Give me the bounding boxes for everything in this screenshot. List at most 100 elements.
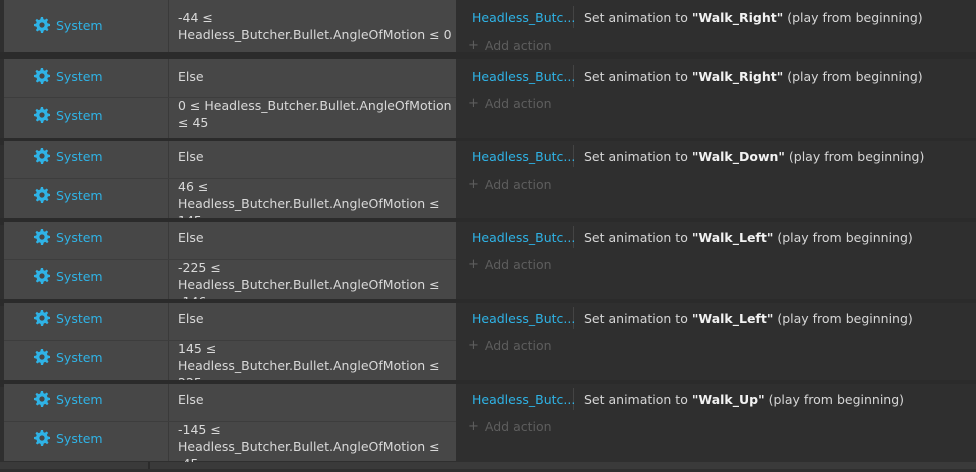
action-row[interactable]: Headless_Butc... Set animation to "Walk_… — [456, 145, 976, 167]
condition-row[interactable]: System Else — [4, 303, 456, 340]
system-label: System — [56, 107, 103, 123]
action-object: Headless_Butc... — [456, 6, 576, 28]
condition-text: Else — [178, 392, 204, 407]
actions-panel: Headless_Butc... Set animation to "Walk_… — [456, 59, 976, 138]
system-object: System — [34, 16, 103, 34]
event-block[interactable]: System -44 ≤ Headless_Butcher.Bullet.Ang… — [4, 0, 976, 53]
action-object-label: Headless_Butc... — [472, 391, 576, 407]
gear-icon — [34, 107, 50, 123]
plus-icon: + — [468, 337, 479, 353]
gear-icon — [34, 391, 50, 407]
action-object-label: Headless_Butc... — [472, 68, 576, 84]
condition-text: Else — [178, 311, 204, 326]
event-block[interactable]: System Else System 0 ≤ Headless_Butcher.… — [4, 59, 976, 138]
system-label: System — [56, 349, 103, 365]
add-action-button[interactable]: + Add action — [468, 417, 552, 435]
system-label: System — [56, 68, 103, 84]
conditions-panel: System Else System -225 ≤ Headless_Butch… — [4, 222, 456, 309]
condition-row[interactable]: System 0 ≤ Headless_Butcher.Bullet.Angle… — [4, 98, 456, 138]
action-object: Headless_Butc... — [456, 388, 576, 410]
condition-text: 0 ≤ Headless_Butcher.Bullet.AngleOfMotio… — [178, 98, 452, 130]
add-action-label: Add action — [484, 256, 552, 272]
plus-icon: + — [468, 176, 479, 192]
system-label: System — [56, 229, 103, 245]
system-object: System — [34, 267, 103, 285]
action-suffix: (play from beginning) — [783, 9, 923, 25]
condition-row[interactable]: System -145 ≤ Headless_Butcher.Bullet.An… — [4, 422, 456, 471]
add-action-button[interactable]: + Add action — [468, 255, 552, 273]
plus-icon: + — [468, 37, 479, 53]
system-label: System — [56, 148, 103, 164]
action-object-label: Headless_Butc... — [472, 229, 576, 245]
system-object: System — [34, 309, 103, 327]
system-object: System — [34, 228, 103, 246]
actions-panel: Headless_Butc... Set animation to "Walk_… — [456, 303, 976, 380]
action-row[interactable]: Headless_Butc... Set animation to "Walk_… — [456, 388, 976, 410]
system-object: System — [34, 106, 103, 124]
action-suffix: (play from beginning) — [783, 68, 923, 84]
action-suffix: (play from beginning) — [773, 229, 913, 245]
gear-icon — [34, 187, 50, 203]
gear-icon — [34, 229, 50, 245]
conditions-panel: System -44 ≤ Headless_Butcher.Bullet.Ang… — [4, 0, 456, 52]
event-block[interactable]: System Else System 145 ≤ Headless_Butche… — [4, 303, 976, 390]
animation-name: "Walk_Right" — [691, 68, 784, 84]
condition-text: Else — [178, 69, 204, 84]
system-object: System — [34, 348, 103, 366]
conditions-panel: System Else System 0 ≤ Headless_Butcher.… — [4, 59, 456, 138]
animation-name: "Walk_Up" — [691, 391, 765, 407]
system-object: System — [34, 390, 103, 408]
action-row[interactable]: Headless_Butc... Set animation to "Walk_… — [456, 6, 976, 28]
system-object: System — [34, 67, 103, 85]
plus-icon: + — [468, 256, 479, 272]
action-object: Headless_Butc... — [456, 145, 575, 167]
condition-row[interactable]: System Else — [4, 384, 456, 421]
event-block[interactable]: System Else System -225 ≤ Headless_Butch… — [4, 222, 976, 309]
action-text: Set animation to "Walk_Down" (play from … — [574, 149, 924, 164]
action-row[interactable]: Headless_Butc... Set animation to "Walk_… — [456, 307, 976, 329]
condition-text: Else — [178, 149, 204, 164]
condition-row[interactable]: System -225 ≤ Headless_Butcher.Bullet.An… — [4, 260, 456, 309]
event-sheet: System -44 ≤ Headless_Butcher.Bullet.Ang… — [0, 0, 976, 471]
condition-row[interactable]: System Else — [4, 222, 456, 259]
gear-icon — [34, 17, 50, 33]
action-prefix: Set animation to — [584, 9, 692, 25]
action-object-label: Headless_Butc... — [472, 310, 576, 326]
gear-icon — [34, 349, 50, 365]
actions-panel: Headless_Butc... Set animation to "Walk_… — [456, 141, 976, 218]
condition-row[interactable]: System Else — [4, 59, 456, 98]
condition-row[interactable]: System 46 ≤ Headless_Butcher.Bullet.Angl… — [4, 179, 456, 228]
animation-name: "Walk_Left" — [691, 310, 774, 326]
add-action-label: Add action — [484, 95, 552, 111]
plus-icon: + — [468, 418, 479, 434]
action-text: Set animation to "Walk_Left" (play from … — [574, 311, 913, 326]
add-action-label: Add action — [484, 418, 552, 434]
add-action-label: Add action — [484, 176, 552, 192]
event-block[interactable]: System Else System -145 ≤ Headless_Butch… — [4, 384, 976, 471]
system-object: System — [34, 429, 103, 447]
add-action-button[interactable]: + Add action — [468, 94, 552, 112]
system-object: System — [34, 147, 103, 165]
add-action-button[interactable]: + Add action — [468, 336, 552, 354]
animation-name: "Walk_Right" — [691, 9, 784, 25]
condition-row[interactable]: System -44 ≤ Headless_Butcher.Bullet.Ang… — [4, 0, 456, 52]
animation-name: "Walk_Down" — [691, 148, 785, 164]
condition-row[interactable]: System Else — [4, 141, 456, 178]
event-block[interactable]: System Else System 46 ≤ Headless_Butcher… — [4, 141, 976, 228]
condition-text: -44 ≤ Headless_Butcher.Bullet.AngleOfMot… — [178, 10, 452, 42]
add-action-label: Add action — [484, 337, 552, 353]
gear-icon — [34, 148, 50, 164]
next-event-divider — [148, 462, 150, 469]
condition-row[interactable]: System 145 ≤ Headless_Butcher.Bullet.Ang… — [4, 341, 456, 390]
system-label: System — [56, 17, 103, 33]
system-label: System — [56, 310, 103, 326]
action-row[interactable]: Headless_Butc... Set animation to "Walk_… — [456, 226, 976, 248]
add-action-button[interactable]: + Add action — [468, 175, 552, 193]
actions-panel: Headless_Butc... Set animation to "Walk_… — [456, 0, 976, 53]
system-label: System — [56, 268, 103, 284]
conditions-panel: System Else System 145 ≤ Headless_Butche… — [4, 303, 456, 390]
action-row[interactable]: Headless_Butc... Set animation to "Walk_… — [456, 65, 976, 87]
action-suffix: (play from beginning) — [764, 391, 905, 407]
gear-icon — [34, 68, 50, 84]
action-object-label: Headless_Butc... — [472, 9, 576, 25]
